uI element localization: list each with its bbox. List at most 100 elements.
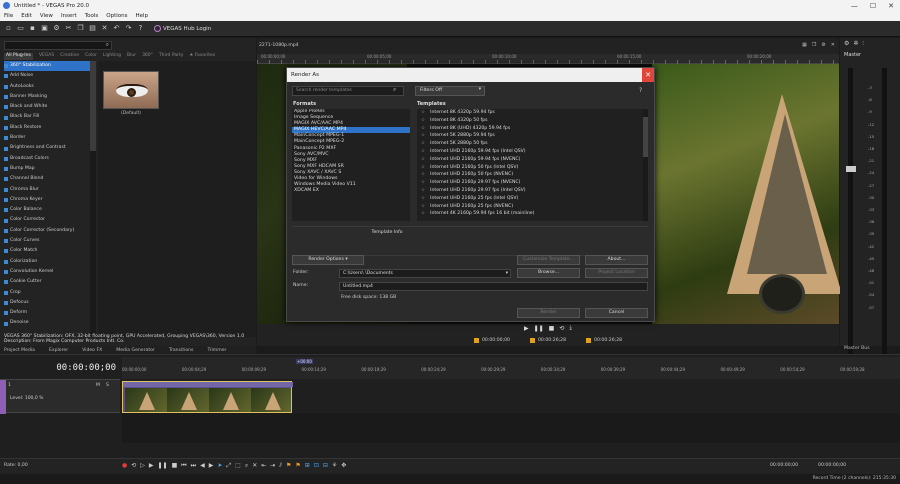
favorite-star-icon[interactable]: ☆ <box>421 195 425 203</box>
new-file-icon[interactable]: ▫ <box>4 24 13 33</box>
format-item[interactable]: XDCAM EX <box>292 188 410 194</box>
solo-button[interactable]: S <box>106 383 109 388</box>
redo-icon[interactable]: ↷ <box>124 24 133 33</box>
template-item[interactable]: ☆ Internet 4K 2160p 59.94 fps 16 bit (mai… <box>417 210 648 218</box>
next-frame-icon[interactable]: ▶ <box>209 462 214 470</box>
zoom-tool-icon[interactable]: ⌕ <box>245 462 248 470</box>
template-item[interactable]: ☆ Internet UHD 2160p 59.94 fps (Intel QSV… <box>417 148 648 156</box>
timeline-ruler[interactable]: +00:00 00:00:00;00 00:00:04;29 00:00:09;… <box>122 357 900 379</box>
envelope-tool-icon[interactable]: ⤢ <box>226 462 231 470</box>
favorite-star-icon[interactable]: ☆ <box>421 179 425 187</box>
pause-icon[interactable]: ❚❚ <box>158 462 168 470</box>
fx-item[interactable]: Chroma Blur <box>4 185 96 195</box>
folder-dropdown[interactable]: C:\Users\ \Documents ▾ <box>339 269 511 278</box>
normal-edit-tool-icon[interactable]: ➤ <box>217 462 222 470</box>
fx-item[interactable]: Broadcast Colors <box>4 154 96 164</box>
fx-item[interactable]: Color Corrector <box>4 215 96 225</box>
tab-media-generator[interactable]: Media Generator <box>116 348 155 353</box>
menu-edit[interactable]: Edit <box>21 13 32 19</box>
favorite-star-icon[interactable]: ☆ <box>421 164 425 172</box>
menu-help[interactable]: Help <box>136 13 149 19</box>
undo-icon[interactable]: ↶ <box>112 24 121 33</box>
tab-360[interactable]: 360° <box>142 53 153 60</box>
fx-item[interactable]: Banner Masking <box>4 92 96 102</box>
fx-item[interactable]: Convolution Kernel <box>4 267 96 277</box>
about-button[interactable]: About... <box>585 255 648 265</box>
auto-ripple-icon[interactable]: ⊡ <box>314 462 319 470</box>
play-from-start-icon[interactable]: ▷ <box>140 462 145 470</box>
template-item[interactable]: ☆ Internet 5K 2880p 50 fps <box>417 140 648 148</box>
copy-icon[interactable]: ❐ <box>76 24 85 33</box>
open-folder-icon[interactable]: ▭ <box>16 24 25 33</box>
pause-icon[interactable]: ❚❚ <box>534 325 544 332</box>
scroll-thumb[interactable] <box>90 61 96 151</box>
properties-icon[interactable]: ⚙ <box>52 24 61 33</box>
customize-template-button[interactable]: Customize Template... <box>517 255 580 265</box>
fx-item[interactable]: Border <box>4 133 96 143</box>
video-clip[interactable] <box>122 381 293 413</box>
cancel-button[interactable]: Cancel <box>585 308 648 318</box>
cut-icon[interactable]: ✂ <box>64 24 73 33</box>
tab-color[interactable]: Color <box>85 53 97 60</box>
fx-item[interactable]: Crop <box>4 288 96 298</box>
snapping-icon[interactable]: ⊞ <box>305 462 310 470</box>
template-item[interactable]: ☆ Internet 8K 4320p 50 fps <box>417 117 648 125</box>
favorite-star-icon[interactable]: ☆ <box>421 156 425 164</box>
settings-icon[interactable]: ⚙ <box>821 42 825 48</box>
template-item[interactable]: ☆ Internet UHD 2160p 29.97 fps (Intel QSV… <box>417 187 648 195</box>
template-item[interactable]: ☆ Internet UHD 2160p 29.97 fps (NVENC) <box>417 179 648 187</box>
play-icon[interactable]: ▶ <box>149 462 154 470</box>
prev-frame-icon[interactable]: ◀ <box>200 462 205 470</box>
menu-options[interactable]: Options <box>106 13 127 19</box>
paste-icon[interactable]: ▤ <box>88 24 97 33</box>
minimize-button[interactable]: — <box>851 2 858 10</box>
tab-master-bus[interactable]: Master Bus <box>840 346 900 354</box>
fx-item[interactable]: Colorization <box>4 257 96 267</box>
tab-vegas[interactable]: VEGAS <box>39 53 54 60</box>
trim-start-icon[interactable]: ⇤ <box>261 462 266 470</box>
fx-list-scrollbar[interactable] <box>90 61 96 337</box>
help-icon[interactable]: ? <box>136 24 145 33</box>
master-volume-fader[interactable] <box>846 166 856 172</box>
menu-tools[interactable]: Tools <box>85 13 99 19</box>
favorite-star-icon[interactable]: ☆ <box>421 140 425 148</box>
scroll-thumb[interactable] <box>643 117 648 157</box>
templates-scrollbar[interactable] <box>643 109 648 221</box>
split-icon[interactable]: ⫽ <box>279 462 282 470</box>
template-item[interactable]: ☆ Internet UHD 2160p 25 fps (NVENC) <box>417 203 648 211</box>
loop-playback-icon[interactable]: ⟲ <box>131 462 136 470</box>
fx-item[interactable]: Denoise <box>4 318 96 328</box>
mute-button[interactable]: M <box>96 383 100 388</box>
marker-icon[interactable]: ⚑ <box>286 462 291 470</box>
fx-item[interactable]: Bump Map <box>4 164 96 174</box>
trim-end-icon[interactable]: ⇥ <box>270 462 275 470</box>
stop-icon[interactable]: ■ <box>172 462 178 470</box>
favorite-star-icon[interactable]: ☆ <box>421 117 425 125</box>
template-item[interactable]: ☆ Internet UHD 2160p 25 fps (Intel QSV) <box>417 195 648 203</box>
fx-item[interactable]: Channel Blend <box>4 174 96 184</box>
render-button[interactable]: Render <box>517 308 580 318</box>
search-icon[interactable]: ⌕ <box>393 86 396 94</box>
go-to-end-icon[interactable]: ⏭ <box>191 462 196 470</box>
master-properties-icon[interactable]: ⚙ <box>844 40 849 48</box>
tab-transitions[interactable]: Transitions <box>169 348 194 353</box>
fx-item[interactable]: Black and White <box>4 102 96 112</box>
play-icon[interactable]: ▶ <box>524 325 529 332</box>
master-mixer-icon[interactable]: ⫶ <box>862 40 864 48</box>
filters-dropdown[interactable]: Filters Off ▾ <box>415 86 485 96</box>
template-item[interactable]: ☆ Internet 8K 4320p 59.94 fps <box>417 109 648 117</box>
fx-search-input[interactable]: ⌕ <box>4 41 112 50</box>
lock-envelopes-icon[interactable]: ⊟ <box>323 462 328 470</box>
tab-creative[interactable]: Creative <box>60 53 79 60</box>
favorite-star-icon[interactable]: ☆ <box>421 187 425 195</box>
video-track-header[interactable]: 1 M S Level: 100,0 % <box>0 379 120 414</box>
tab-all-plugins[interactable]: All Plug-Ins <box>4 53 33 60</box>
close-preview-icon[interactable]: ✕ <box>831 42 835 48</box>
help-button[interactable]: ? <box>639 87 642 94</box>
tab-favorites[interactable]: ★ Favorites <box>189 53 215 60</box>
fx-item[interactable]: Cookie Cutter <box>4 277 96 287</box>
tab-project-media[interactable]: Project Media <box>4 348 35 353</box>
fx-item[interactable]: Black Bar Fill <box>4 112 96 122</box>
empty-track-lane[interactable] <box>122 413 900 443</box>
file-name-input[interactable]: Untitled.mp4 <box>339 282 648 291</box>
